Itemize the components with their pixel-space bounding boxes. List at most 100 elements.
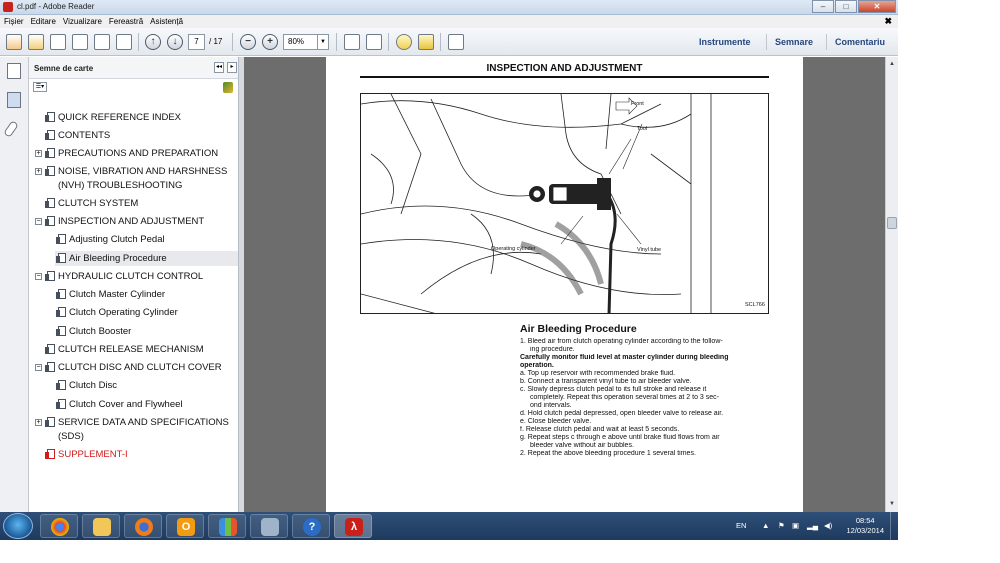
- collapse-toggle[interactable]: −: [35, 218, 42, 225]
- zoom-select[interactable]: 80% ▼: [283, 34, 329, 50]
- taskbar-firefox[interactable]: [124, 514, 162, 538]
- bookmark-clutch-booster[interactable]: Clutch Booster: [69, 326, 131, 337]
- bookmark-contents[interactable]: CONTENTS: [58, 130, 110, 141]
- tab-comment[interactable]: Comentariu: [835, 37, 885, 47]
- close-document-icon[interactable]: ✖: [884, 16, 892, 27]
- next-page-icon[interactable]: ↓: [167, 34, 183, 50]
- document-viewer[interactable]: INSPECTION AND ADJUSTMENT Front Tool Ope…: [244, 57, 885, 512]
- flag-icon[interactable]: ⚑: [778, 521, 785, 530]
- bookmark-service-data-line2[interactable]: (SDS): [58, 431, 84, 442]
- bookmark-nvh-line2[interactable]: (NVH) TROUBLESHOOTING: [58, 180, 182, 191]
- bookmark-quick-reference-index[interactable]: QUICK REFERENCE INDEX: [58, 112, 181, 123]
- clock-time: 08:54: [855, 516, 875, 525]
- bookmark-clutch-release-mechanism[interactable]: CLUTCH RELEASE MECHANISM: [58, 344, 204, 355]
- close-window-button[interactable]: ✕: [858, 0, 896, 13]
- chevron-down-icon[interactable]: ▼: [317, 35, 328, 49]
- bookmark-icon: [45, 216, 55, 226]
- print-icon[interactable]: [94, 34, 110, 50]
- bookmark-service-data[interactable]: SERVICE DATA AND SPECIFICATIONS: [58, 417, 229, 428]
- collapse-panel-icon[interactable]: ◂◂: [214, 62, 224, 73]
- find-bookmark-icon[interactable]: [223, 82, 233, 93]
- bookmark-clutch-operating-cylinder[interactable]: Clutch Operating Cylinder: [69, 307, 178, 318]
- bookmark-clutch-master-cylinder[interactable]: Clutch Master Cylinder: [69, 289, 165, 300]
- page-number-input[interactable]: 7: [188, 34, 205, 50]
- tray-arrow-icon[interactable]: ▲: [762, 521, 769, 530]
- open-folder-icon[interactable]: [28, 34, 44, 50]
- device-icon[interactable]: ▣: [792, 521, 799, 530]
- text-line: operation.: [520, 362, 554, 369]
- tab-separator: [766, 34, 767, 50]
- taskbar-explorer[interactable]: [82, 514, 120, 538]
- collapse-toggle[interactable]: −: [35, 273, 42, 280]
- menu-view[interactable]: Vizualizare: [63, 15, 102, 26]
- network-icon[interactable]: ▂▄: [807, 521, 818, 530]
- zoom-in-icon[interactable]: +: [262, 34, 278, 50]
- bookmark-icon: [56, 289, 66, 299]
- bookmarks-title: Semne de carte: [34, 64, 94, 73]
- bookmark-clutch-disc[interactable]: Clutch Disc: [69, 380, 117, 391]
- taskbar-outlook[interactable]: O: [166, 514, 204, 538]
- bookmark-nvh[interactable]: NOISE, VIBRATION AND HARSHNESS: [58, 166, 227, 177]
- menu-window[interactable]: Fereastră: [109, 15, 143, 26]
- expand-toggle[interactable]: +: [35, 150, 42, 157]
- taskbar-adobe-reader[interactable]: λ: [334, 514, 372, 538]
- bookmark-clutch-system[interactable]: CLUTCH SYSTEM: [58, 198, 138, 209]
- text-line: a. Top up reservoir with recommended bra…: [520, 370, 676, 377]
- attachments-icon[interactable]: [3, 120, 19, 138]
- expand-icon[interactable]: [448, 34, 464, 50]
- taskbar-chrome[interactable]: [40, 514, 78, 538]
- taskbar-control-panel[interactable]: [250, 514, 288, 538]
- scroll-thumb[interactable]: [887, 217, 897, 229]
- highlight-icon[interactable]: [418, 34, 434, 50]
- maximize-button[interactable]: □: [835, 0, 857, 13]
- create-pdf-icon[interactable]: [6, 34, 22, 50]
- scroll-up-icon[interactable]: ▲: [887, 59, 897, 69]
- bookmark-hydraulic-clutch-control[interactable]: HYDRAULIC CLUTCH CONTROL: [58, 271, 203, 282]
- taskbar-charts[interactable]: [208, 514, 246, 538]
- bookmark-icon: [56, 234, 66, 244]
- volume-icon[interactable]: ◀): [824, 521, 832, 530]
- bookmarks-panel-header: Semne de carte ◂◂ ▸: [29, 57, 238, 79]
- menu-help[interactable]: Asistență: [150, 15, 183, 26]
- tab-sign[interactable]: Semnare: [775, 37, 813, 47]
- save-icon[interactable]: [72, 34, 88, 50]
- bookmark-icon: [45, 344, 55, 354]
- bookmark-supplement-i[interactable]: SUPPLEMENT-I: [58, 449, 128, 460]
- navigation-rail: [0, 57, 29, 512]
- show-desktop-button[interactable]: [890, 512, 898, 540]
- clock-date: 12/03/2014: [846, 526, 884, 535]
- bookmark-adjusting-clutch-pedal[interactable]: Adjusting Clutch Pedal: [69, 234, 165, 245]
- edit-icon[interactable]: [50, 34, 66, 50]
- bookmark-clutch-disc-cover[interactable]: CLUTCH DISC AND CLUTCH COVER: [58, 362, 222, 373]
- bookmark-inspection-adjustment[interactable]: INSPECTION AND ADJUSTMENT: [58, 216, 204, 227]
- vertical-scrollbar[interactable]: ▲ ▼: [885, 57, 898, 512]
- text-line: f. Release clutch pedal and wait at leas…: [520, 426, 680, 433]
- windows-start-icon[interactable]: [3, 513, 33, 539]
- adobe-reader-icon: λ: [345, 518, 363, 536]
- email-icon[interactable]: [116, 34, 132, 50]
- tab-tools[interactable]: Instrumente: [699, 37, 751, 47]
- taskbar-help[interactable]: ?: [292, 514, 330, 538]
- scroll-down-icon[interactable]: ▼: [887, 499, 897, 509]
- expand-toggle[interactable]: +: [35, 168, 42, 175]
- operating-cylinder-label: Operating cylinder: [491, 246, 536, 252]
- collapse-toggle[interactable]: −: [35, 364, 42, 371]
- minimize-button[interactable]: –: [812, 0, 834, 13]
- language-indicator[interactable]: EN: [736, 521, 746, 530]
- bookmarks-icon[interactable]: [7, 92, 21, 108]
- options-menu-icon[interactable]: ☰▾: [33, 82, 47, 92]
- bookmark-precautions[interactable]: PRECAUTIONS AND PREPARATION: [58, 148, 218, 159]
- previous-page-icon[interactable]: ↑: [145, 34, 161, 50]
- fit-width-icon[interactable]: [366, 34, 382, 50]
- menu-file[interactable]: Fișier: [4, 15, 24, 26]
- page-thumbnails-icon[interactable]: [7, 63, 21, 79]
- panel-arrow-icon[interactable]: ▸: [227, 62, 237, 73]
- clock[interactable]: 08:54 12/03/2014: [846, 516, 884, 536]
- fit-page-icon[interactable]: [344, 34, 360, 50]
- comment-icon[interactable]: [396, 34, 412, 50]
- menu-edit[interactable]: Editare: [31, 15, 56, 26]
- bookmark-air-bleeding-procedure[interactable]: Air Bleeding Procedure: [69, 253, 167, 264]
- expand-toggle[interactable]: +: [35, 419, 42, 426]
- bookmark-clutch-cover-flywheel[interactable]: Clutch Cover and Flywheel: [69, 399, 183, 410]
- zoom-out-icon[interactable]: −: [240, 34, 256, 50]
